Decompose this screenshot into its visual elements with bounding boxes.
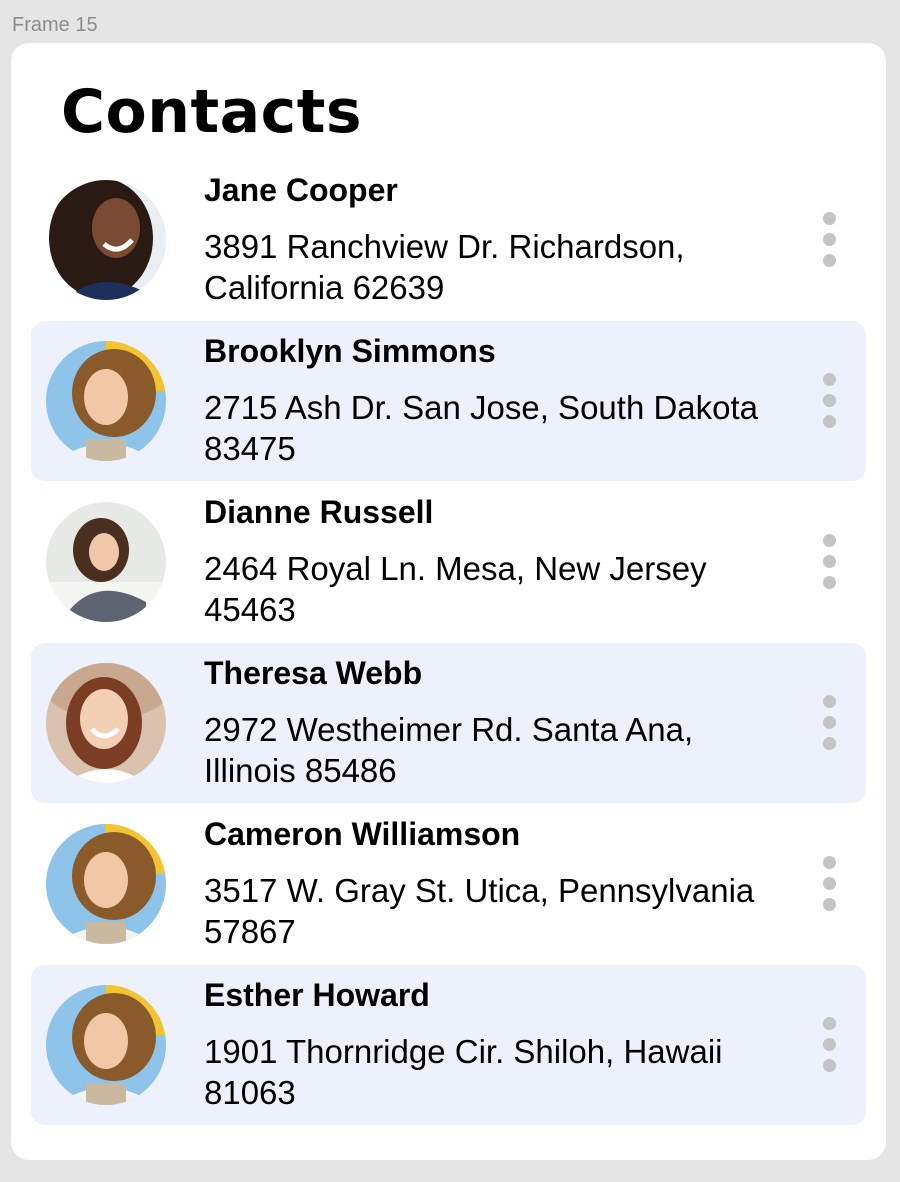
- page-title: Contacts: [61, 77, 363, 147]
- contact-name: Jane Cooper: [204, 172, 398, 208]
- contacts-list: Jane Cooper 3891 Ranchview Dr. Richardso…: [31, 160, 866, 1126]
- contact-address: 3891 Ranchview Dr. Richardson, Californi…: [204, 228, 685, 306]
- contact-row[interactable]: Jane Cooper 3891 Ranchview Dr. Richardso…: [31, 160, 866, 320]
- contact-address: 1901 Thornridge Cir. Shiloh, Hawaii 8106…: [204, 1033, 723, 1111]
- more-vertical-icon[interactable]: [814, 212, 844, 268]
- more-vertical-icon[interactable]: [814, 1017, 844, 1073]
- avatar: [46, 985, 166, 1105]
- contact-row[interactable]: Theresa Webb 2972 Westheimer Rd. Santa A…: [31, 643, 866, 803]
- contact-row[interactable]: Esther Howard 1901 Thornridge Cir. Shilo…: [31, 965, 866, 1125]
- contact-row[interactable]: Cameron Williamson 3517 W. Gray St. Utic…: [31, 804, 866, 964]
- more-vertical-icon[interactable]: [814, 695, 844, 751]
- more-vertical-icon[interactable]: [814, 534, 844, 590]
- contact-name: Dianne Russell: [204, 494, 434, 530]
- contact-address: 2715 Ash Dr. San Jose, South Dakota 8347…: [204, 389, 759, 467]
- more-vertical-icon[interactable]: [814, 373, 844, 429]
- avatar: [46, 180, 166, 300]
- avatar: [46, 341, 166, 461]
- contact-name: Theresa Webb: [204, 655, 423, 691]
- contact-address: 2972 Westheimer Rd. Santa Ana, Illinois …: [204, 711, 694, 789]
- avatar: [46, 663, 166, 783]
- contact-address: 2464 Royal Ln. Mesa, New Jersey 45463: [204, 550, 707, 628]
- contact-name: Cameron Williamson: [204, 816, 521, 852]
- contacts-card: Contacts Jane Cooper 3891 Ranchview Dr. …: [11, 43, 886, 1160]
- contact-address: 3517 W. Gray St. Utica, Pennsylvania 578…: [204, 872, 755, 950]
- avatar: [46, 824, 166, 944]
- contact-name: Esther Howard: [204, 977, 430, 1013]
- contact-name: Brooklyn Simmons: [204, 333, 496, 369]
- avatar: [46, 502, 166, 622]
- frame-label: Frame 15: [12, 14, 98, 36]
- contact-row[interactable]: Brooklyn Simmons 2715 Ash Dr. San Jose, …: [31, 321, 866, 481]
- more-vertical-icon[interactable]: [814, 856, 844, 912]
- contact-row[interactable]: Dianne Russell 2464 Royal Ln. Mesa, New …: [31, 482, 866, 642]
